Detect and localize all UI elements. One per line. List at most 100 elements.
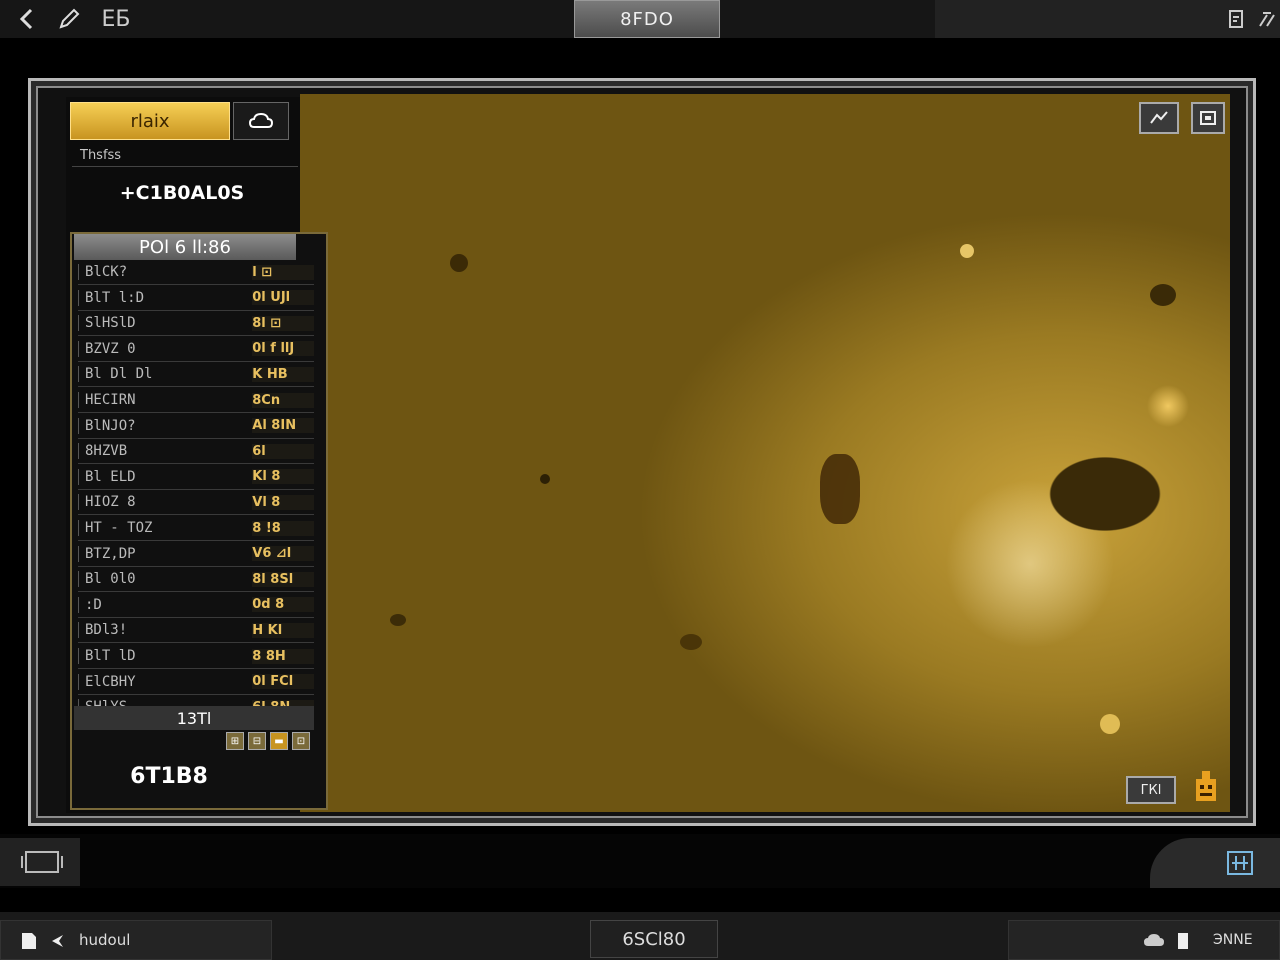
grid-icon[interactable] xyxy=(1226,850,1254,876)
list-item-meta: 8l 8Sl xyxy=(252,571,314,587)
image-feature xyxy=(390,614,406,626)
list-header[interactable]: POl 6 ll:86 xyxy=(74,234,296,260)
list-item[interactable]: BZVZ 0 0l f llJ xyxy=(78,337,314,362)
panel-total: 6T1B8 xyxy=(130,764,208,789)
list-item-meta: 0d 8 xyxy=(252,597,314,613)
section-divider xyxy=(72,166,298,167)
edit-button[interactable] xyxy=(56,4,82,34)
list-item[interactable]: BTZ,DP V6 ⊿l xyxy=(78,542,314,567)
status-right-area: ЭNNE xyxy=(1008,920,1280,960)
list-item-meta: K HB xyxy=(252,366,314,382)
list-item-meta: 8Cn xyxy=(252,392,314,408)
image-feature xyxy=(1150,284,1176,306)
image-feature xyxy=(960,244,974,258)
top-document-button[interactable] xyxy=(1224,6,1248,32)
viewer-pin-button[interactable] xyxy=(1139,102,1179,134)
section-value: +C1B0AL0S xyxy=(119,182,245,204)
back-button[interactable] xyxy=(14,4,40,34)
file-icon[interactable] xyxy=(19,931,39,951)
list-footer: 13Tl xyxy=(74,706,314,730)
document-icon xyxy=(1229,10,1243,28)
robot-icon xyxy=(1196,771,1216,801)
pin-icon xyxy=(1150,111,1168,124)
viewer-bottom-label[interactable]: ГКl xyxy=(1126,776,1176,804)
list-item-name: BlNJO? xyxy=(78,417,252,434)
list-item-name: ElCBHY xyxy=(78,673,252,690)
list-item-meta: 8 !8 xyxy=(252,520,314,536)
list-item-name: :D xyxy=(78,596,252,613)
list-item-name: BlCK? xyxy=(78,264,252,280)
list-item-name: 8HZVB xyxy=(78,443,252,460)
list-item[interactable]: Bl ELD Kl 8 xyxy=(78,465,314,490)
list-item[interactable]: BlCK? l ⊡ xyxy=(78,260,314,285)
list-item[interactable]: BlT lD 8 8H xyxy=(78,644,314,669)
frame-icon xyxy=(1200,111,1216,125)
list-item[interactable]: ElCBHY 0l FCl xyxy=(78,670,314,695)
list-item-name: Bl Dl Dl xyxy=(78,366,252,383)
list-item[interactable]: SlHSlD 8l ⊡ xyxy=(78,311,314,337)
viewer-robot-button[interactable] xyxy=(1188,766,1224,808)
list-item-meta: 0l UJl xyxy=(252,290,314,306)
app-title: ЕБ xyxy=(101,6,131,32)
tools-icon xyxy=(1259,12,1275,27)
slideshow-button[interactable] xyxy=(0,838,80,886)
image-viewer[interactable] xyxy=(300,94,1230,812)
list-tool-button[interactable]: ⊞ xyxy=(226,732,244,750)
status-left-area: hudoul xyxy=(0,920,272,960)
list-item-name: SlHSlD xyxy=(78,315,252,332)
list-item-name: BZVZ 0 xyxy=(78,340,252,357)
list-item[interactable]: BlNJO? Al 8IN xyxy=(78,414,314,439)
list-item-name: Bl ELD xyxy=(78,468,252,485)
list-item-meta: H Kl xyxy=(252,622,314,638)
top-center-tab[interactable]: 8FDO xyxy=(574,0,720,38)
list-tool-button[interactable]: ⊡ xyxy=(292,732,310,750)
list-item-name: HECIRN xyxy=(78,392,252,408)
status-right-label: ЭNNE xyxy=(1213,932,1253,948)
status-center-label[interactable]: 6SCl80 xyxy=(590,920,718,958)
list-item-meta: 6l xyxy=(252,443,314,459)
list-item-name: BlT l:D xyxy=(78,289,252,306)
arrow-icon[interactable] xyxy=(47,931,67,951)
image-feature xyxy=(820,454,860,524)
list-item-meta: 0l f llJ xyxy=(252,341,314,357)
slideshow-icon xyxy=(21,851,63,873)
cloud-icon[interactable] xyxy=(1143,931,1165,951)
list-item-meta: V6 ⊿l xyxy=(252,546,314,562)
image-feature xyxy=(680,634,702,650)
list-item-meta: Al 8IN xyxy=(252,418,314,434)
bottom-strip xyxy=(0,834,1280,888)
chevron-left-icon xyxy=(19,8,33,30)
list-item[interactable]: Bl Dl Dl K HB xyxy=(78,362,314,388)
page-icon[interactable] xyxy=(1175,931,1191,951)
top-tools-button[interactable] xyxy=(1254,6,1280,32)
list-item[interactable]: :D 0d 8 xyxy=(78,593,314,618)
list-item[interactable]: 8HZVB 6l xyxy=(78,439,314,465)
list-item-name: HIOZ 8 xyxy=(78,494,252,511)
list-item[interactable]: HECIRN 8Cn xyxy=(78,388,314,413)
list-item[interactable]: HT - TOZ 8 !8 xyxy=(78,516,314,541)
panel-tab[interactable]: rlaix xyxy=(70,102,230,140)
list-item-meta: 8l ⊡ xyxy=(252,315,314,331)
cloud-icon xyxy=(248,112,274,128)
image-feature xyxy=(450,254,468,272)
list-item-meta: Vl 8 xyxy=(252,494,314,510)
strip-right-area xyxy=(1150,838,1280,888)
list-item-meta: l ⊡ xyxy=(252,264,314,280)
list-item-meta: 0l FCl xyxy=(252,674,314,690)
list-item-meta: 8 8H xyxy=(252,648,314,664)
image-feature xyxy=(540,474,550,484)
list-item-name: BDl3! xyxy=(78,622,252,639)
list-item-name: Bl 0l0 xyxy=(78,571,252,588)
panel-cloud-button[interactable] xyxy=(233,102,289,140)
viewer-frame-button[interactable] xyxy=(1191,102,1225,134)
list-item[interactable]: BlT l:D 0l UJl xyxy=(78,286,314,311)
list-item[interactable]: HIOZ 8 Vl 8 xyxy=(78,490,314,516)
list-tool-button[interactable]: ▬ xyxy=(270,732,288,750)
image-feature xyxy=(1100,714,1120,734)
list-item-name: BTZ,DP xyxy=(78,545,252,562)
list-tool-button[interactable]: ⊟ xyxy=(248,732,266,750)
list-item[interactable]: Bl 0l0 8l 8Sl xyxy=(78,567,314,593)
list-item[interactable]: BDl3! H Kl xyxy=(78,618,314,644)
list-item-meta: Kl 8 xyxy=(252,469,314,485)
status-left-label: hudoul xyxy=(79,931,131,949)
